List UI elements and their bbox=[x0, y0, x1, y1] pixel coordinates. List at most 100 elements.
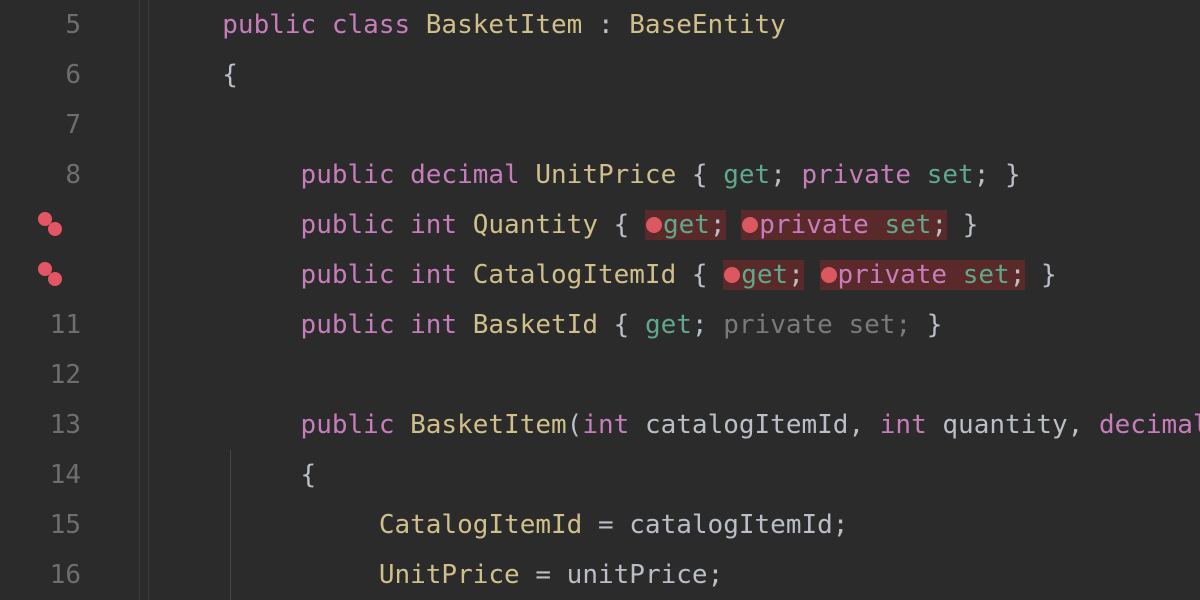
code-token: : bbox=[598, 12, 629, 38]
code-token: ; bbox=[931, 210, 947, 240]
gutter[interactable]: 5 6 7 8 11 12 13 14 15 16 bbox=[0, 0, 140, 600]
code-token: set bbox=[927, 162, 974, 188]
gutter-row[interactable]: 12 bbox=[0, 350, 139, 400]
code-line[interactable]: UnitPrice = unitPrice; bbox=[140, 550, 1200, 600]
inline-breakpoint-dot-icon[interactable] bbox=[820, 266, 838, 284]
indent bbox=[144, 412, 301, 438]
code-token: get bbox=[645, 312, 692, 338]
code-token: CatalogItemId bbox=[473, 262, 692, 288]
line-number: 13 bbox=[50, 412, 81, 438]
breakpoint-pair-icon[interactable] bbox=[38, 262, 66, 288]
code-token: get bbox=[663, 210, 710, 240]
code-token: } bbox=[1005, 162, 1021, 188]
code-line[interactable]: public int Quantity { get; private set; … bbox=[140, 200, 1200, 250]
code-token: BasketItem bbox=[426, 12, 598, 38]
code-token: int bbox=[880, 412, 943, 438]
code-token: set bbox=[963, 260, 1010, 290]
code-token: = bbox=[535, 562, 566, 588]
gutter-row[interactable]: 13 bbox=[0, 400, 139, 450]
code-token: public bbox=[301, 262, 411, 288]
code-token: ; bbox=[1010, 260, 1026, 290]
code-token: int bbox=[410, 262, 473, 288]
gutter-row[interactable]: 14 bbox=[0, 450, 139, 500]
code-token: public bbox=[301, 312, 411, 338]
code-token: BasketId bbox=[473, 312, 614, 338]
code-line[interactable]: public decimal UnitPrice { get; private … bbox=[140, 150, 1200, 200]
code-token: private bbox=[759, 210, 884, 240]
code-token: ; bbox=[833, 512, 849, 538]
line-number: 14 bbox=[50, 462, 81, 488]
code-token: class bbox=[332, 12, 426, 38]
indent bbox=[144, 562, 379, 588]
code-token: { bbox=[301, 462, 317, 488]
gutter-row[interactable]: 15 bbox=[0, 500, 139, 550]
indent bbox=[144, 462, 301, 488]
indent bbox=[144, 512, 379, 538]
gutter-row[interactable]: 5 bbox=[0, 0, 139, 50]
gutter-row[interactable]: 7 bbox=[0, 100, 139, 150]
code-token: Quantity bbox=[473, 212, 614, 238]
code-token bbox=[726, 212, 742, 238]
inline-breakpoint-dot-icon[interactable] bbox=[723, 266, 741, 284]
indent bbox=[144, 62, 222, 88]
code-token: UnitPrice bbox=[535, 162, 692, 188]
code-token: , bbox=[1068, 412, 1099, 438]
code-line[interactable]: public class BasketItem : BaseEntity bbox=[140, 0, 1200, 50]
code-token: private bbox=[802, 162, 927, 188]
code-line[interactable]: CatalogItemId = catalogItemId; bbox=[140, 500, 1200, 550]
code-token: , bbox=[848, 412, 879, 438]
code-token: private bbox=[838, 260, 963, 290]
code-token: ; bbox=[895, 312, 926, 338]
inline-breakpoint-hit: get; bbox=[723, 260, 804, 290]
inline-breakpoint-dot-icon[interactable] bbox=[741, 216, 759, 234]
line-number: 5 bbox=[65, 12, 81, 38]
indent bbox=[144, 262, 301, 288]
code-line[interactable]: public BasketItem(int catalogItemId, int… bbox=[140, 400, 1200, 450]
code-token: int bbox=[582, 412, 645, 438]
code-line[interactable] bbox=[140, 350, 1200, 400]
breakpoint-pair-icon[interactable] bbox=[38, 212, 66, 238]
code-token: { bbox=[614, 312, 645, 338]
line-number: 11 bbox=[50, 312, 81, 338]
code-token: } bbox=[927, 312, 943, 338]
code-line[interactable]: public int BasketId { get; private set; … bbox=[140, 300, 1200, 350]
line-number: 7 bbox=[65, 112, 81, 138]
gutter-row[interactable]: 16 bbox=[0, 550, 139, 600]
code-token: ; bbox=[692, 312, 723, 338]
code-token: public bbox=[301, 212, 411, 238]
code-token: ; bbox=[788, 260, 804, 290]
code-token: quantity bbox=[942, 412, 1067, 438]
code-token: public bbox=[301, 162, 411, 188]
code-line[interactable]: public int CatalogItemId { get; private … bbox=[140, 250, 1200, 300]
gutter-row[interactable] bbox=[0, 200, 139, 250]
code-token: get bbox=[741, 260, 788, 290]
gutter-row[interactable]: 11 bbox=[0, 300, 139, 350]
gutter-row[interactable]: 6 bbox=[0, 50, 139, 100]
line-number: 15 bbox=[50, 512, 81, 538]
code-area[interactable]: public class BasketItem : BaseEntity { p… bbox=[140, 0, 1200, 600]
code-token: ; bbox=[708, 562, 724, 588]
code-token: public bbox=[301, 412, 411, 438]
line-number: 12 bbox=[50, 362, 81, 388]
code-line[interactable]: { bbox=[140, 50, 1200, 100]
inline-breakpoint-hit: private set; bbox=[741, 210, 947, 240]
code-token: { bbox=[692, 262, 723, 288]
code-token: get bbox=[723, 162, 770, 188]
indent bbox=[144, 212, 301, 238]
code-token: CatalogItemId bbox=[379, 512, 598, 538]
indent-guide bbox=[230, 450, 231, 600]
indent-guide bbox=[148, 0, 149, 600]
gutter-row[interactable] bbox=[0, 250, 139, 300]
code-token: unitPrice bbox=[567, 562, 708, 588]
code-token: private bbox=[723, 312, 848, 338]
inline-breakpoint-hit: private set; bbox=[820, 260, 1026, 290]
indent bbox=[144, 312, 301, 338]
code-line[interactable]: { bbox=[140, 450, 1200, 500]
code-token: int bbox=[410, 212, 473, 238]
inline-breakpoint-dot-icon[interactable] bbox=[645, 216, 663, 234]
code-token: } bbox=[1025, 262, 1056, 288]
code-token: ; bbox=[710, 210, 726, 240]
code-line[interactable] bbox=[140, 100, 1200, 150]
gutter-row[interactable]: 8 bbox=[0, 150, 139, 200]
code-token: ; bbox=[770, 162, 801, 188]
